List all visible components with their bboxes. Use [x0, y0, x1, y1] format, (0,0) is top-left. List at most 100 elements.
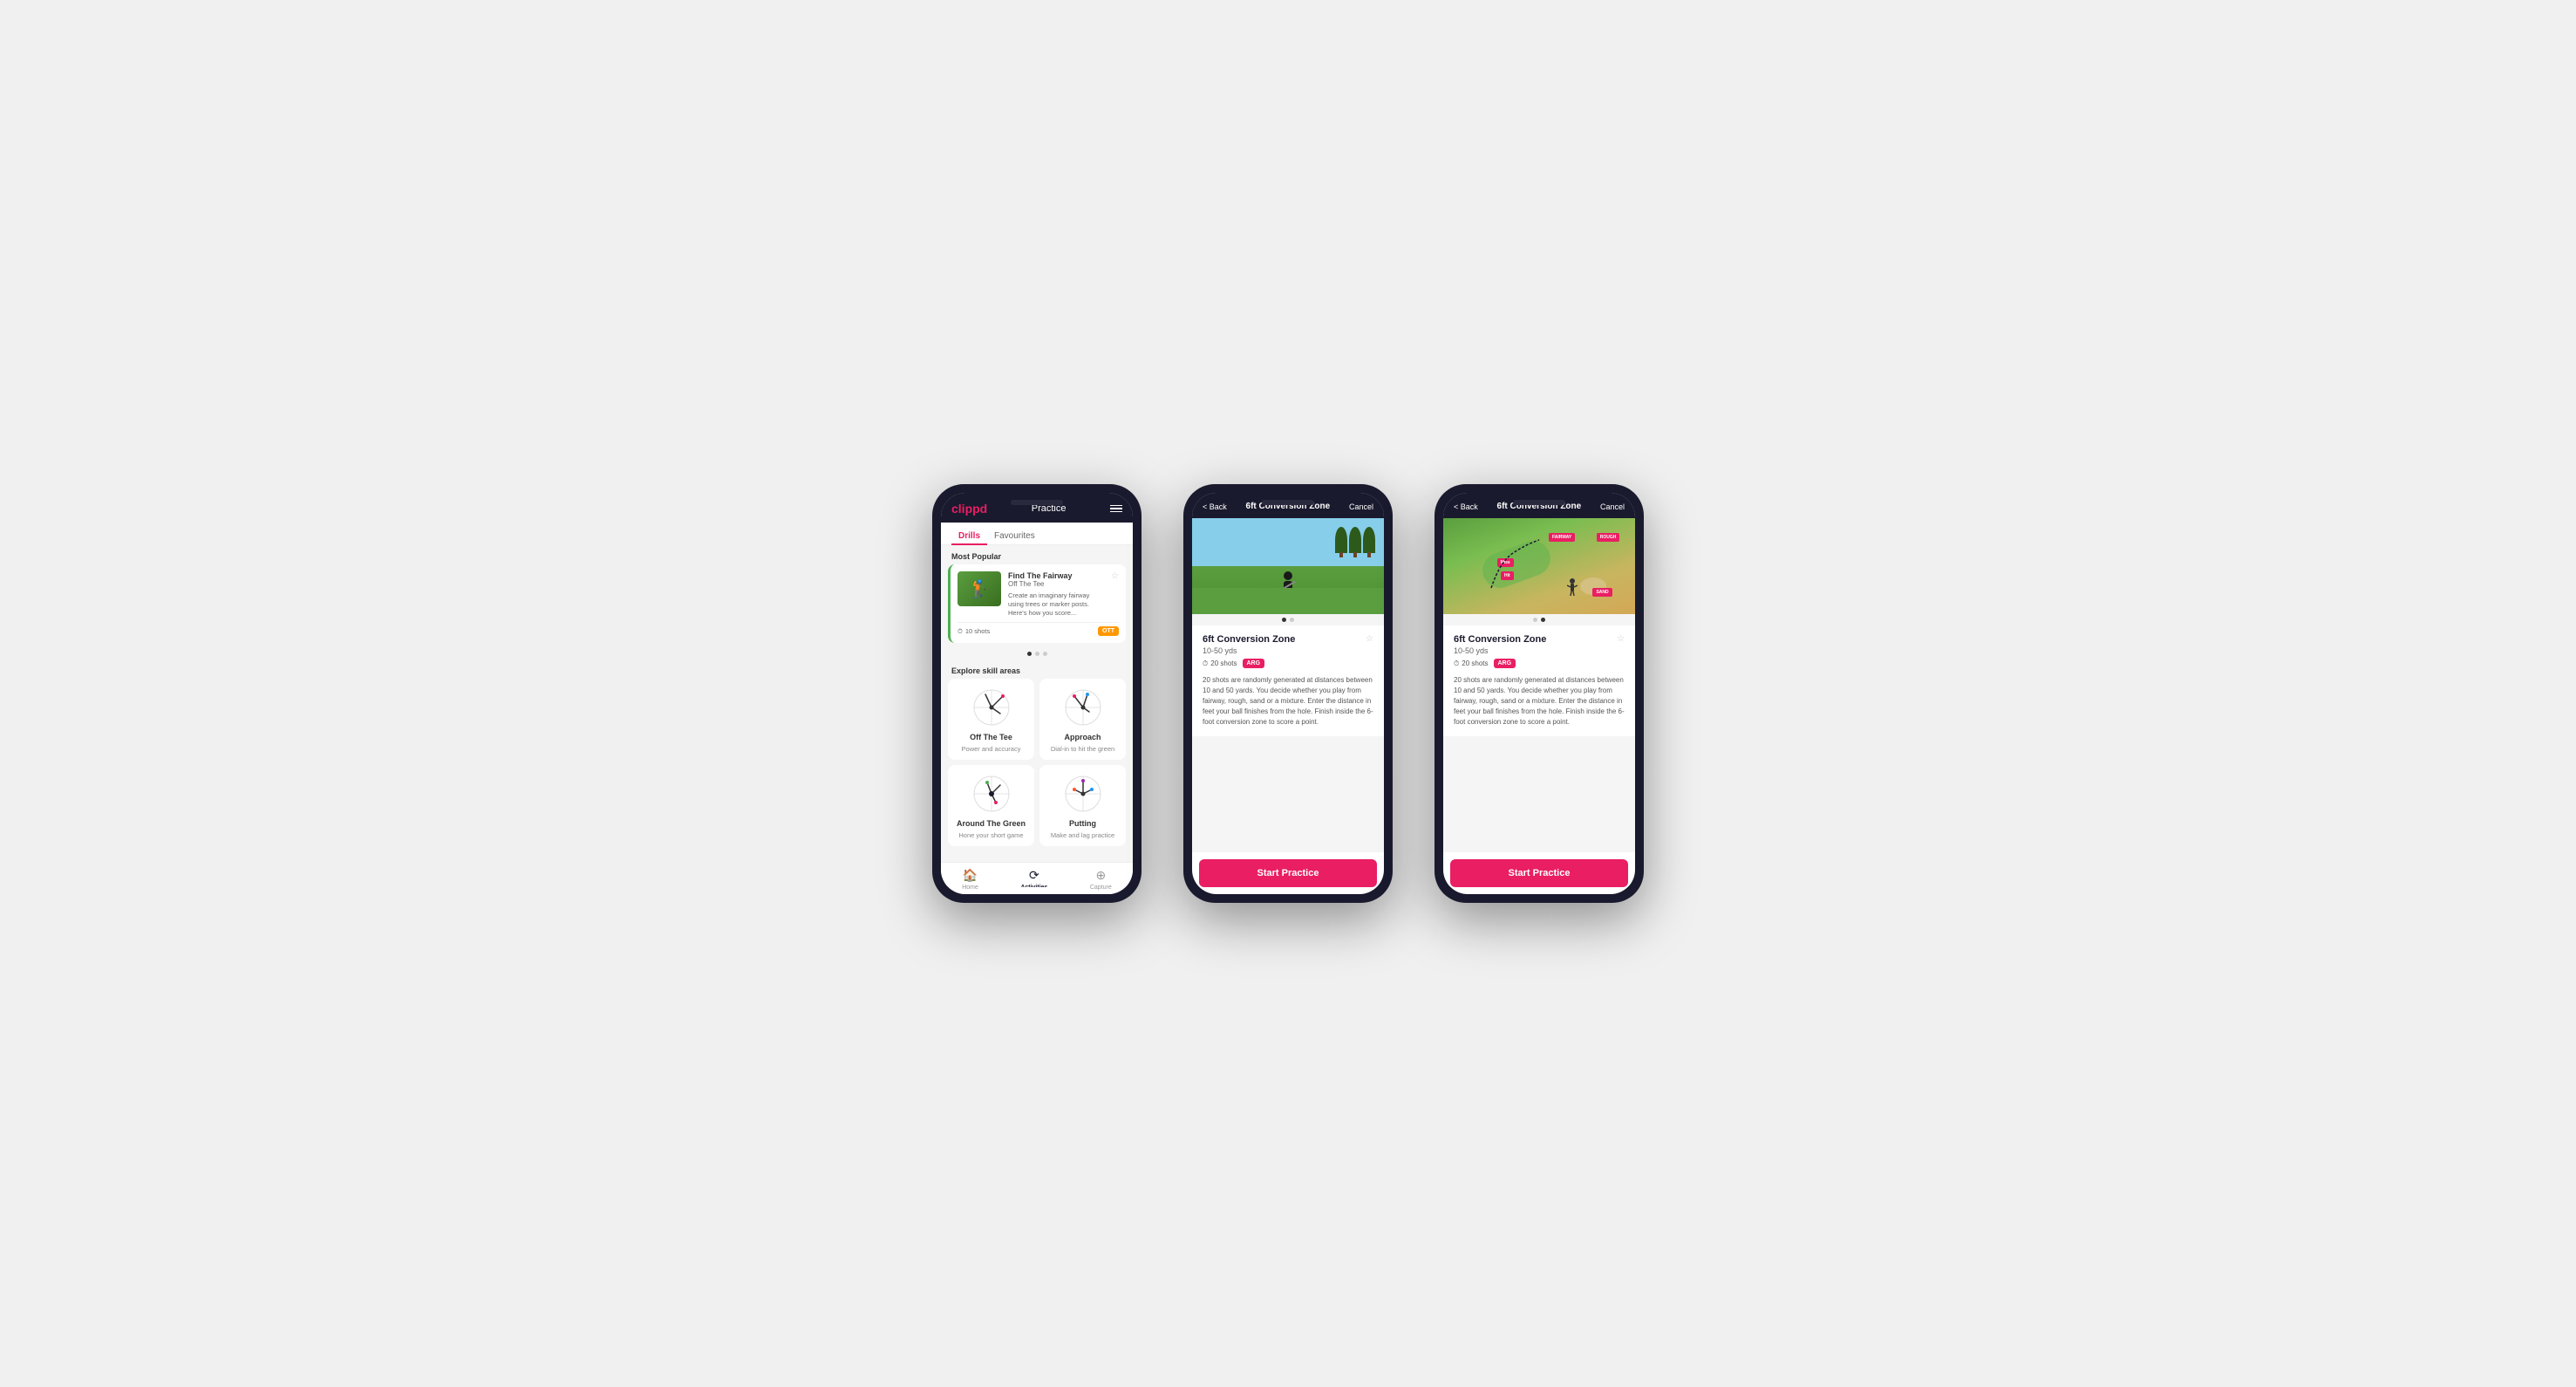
- back-button[interactable]: < Back: [1203, 502, 1227, 511]
- drill-detail-title-p3: 6ft Conversion Zone: [1454, 634, 1546, 645]
- carousel-dots: [941, 648, 1133, 659]
- dot-1: [1533, 618, 1537, 622]
- activities-icon: ⟳: [1029, 868, 1039, 883]
- drill-hero-map: FAIRWAY ROUGH SAND Miss Hit: [1443, 518, 1635, 614]
- menu-icon[interactable]: [1110, 505, 1122, 513]
- tree-2: [1349, 527, 1361, 553]
- skill-desc-putting: Make and lag practice: [1051, 831, 1114, 839]
- skill-desc-ott: Power and accuracy: [962, 745, 1021, 753]
- putting-icon: [1061, 772, 1105, 816]
- drill-title-header: 6ft Conversion Zone: [1246, 502, 1331, 511]
- skill-desc-atg: Hone your short game: [958, 831, 1023, 839]
- explore-label: Explore skill areas: [941, 659, 1133, 679]
- drill-title-header-p3: 6ft Conversion Zone: [1497, 502, 1582, 511]
- skill-name-atg: Around The Green: [957, 819, 1026, 828]
- drill-hero-image: [1192, 518, 1384, 614]
- clock-icon: ⏱: [957, 627, 963, 636]
- drill-favourite-icon[interactable]: ☆: [1111, 571, 1119, 617]
- drill-meta: ⏱ 10 shots OTT: [957, 622, 1119, 636]
- golfer-svg: [1567, 578, 1578, 596]
- phones-container: clippd Practice Drills Favourites Most P…: [932, 484, 1644, 903]
- drill-info: Find The Fairway Off The Tee Create an i…: [1008, 571, 1104, 617]
- off-the-tee-icon: [970, 686, 1013, 729]
- drill-detail-content-p3: 6ft Conversion Zone 10-50 yds ☆ ⏱ 20 sho…: [1443, 614, 1635, 852]
- dot-2: [1290, 618, 1294, 622]
- skill-putting[interactable]: Putting Make and lag practice: [1039, 765, 1126, 846]
- nav-activities[interactable]: ⟳ Activities: [1020, 868, 1047, 891]
- most-popular-label: Most Popular: [941, 545, 1133, 564]
- dot-1: [1282, 618, 1286, 622]
- skill-name-approach: Approach: [1064, 733, 1101, 741]
- phone1-content: Most Popular 🏌️ Find The Fairway Off The…: [941, 545, 1133, 862]
- shots-info-p3: ⏱ 20 shots: [1454, 659, 1489, 668]
- detail-meta-p3: ⏱ 20 shots ARG: [1454, 659, 1625, 668]
- drill-card-top: 🏌️ Find The Fairway Off The Tee Create a…: [957, 571, 1119, 617]
- drill-description-p3: 20 shots are randomly generated at dista…: [1454, 675, 1625, 728]
- arg-badge: ARG: [1243, 659, 1265, 668]
- phone-2-screen: < Back 6ft Conversion Zone Cancel: [1192, 493, 1384, 894]
- cancel-button[interactable]: Cancel: [1349, 502, 1373, 511]
- skill-desc-approach: Dial-in to hit the green: [1051, 745, 1114, 753]
- drill-detail-content: 6ft Conversion Zone 10-50 yds ☆ ⏱ 20 sho…: [1192, 614, 1384, 852]
- title-group: 6ft Conversion Zone 10-50 yds: [1203, 634, 1295, 655]
- favourite-icon-p3[interactable]: ☆: [1617, 634, 1625, 644]
- skill-name-ott: Off The Tee: [970, 733, 1012, 741]
- detail-body: 6ft Conversion Zone 10-50 yds ☆ ⏱ 20 sho…: [1192, 625, 1384, 736]
- skill-around-green[interactable]: Around The Green Hone your short game: [948, 765, 1034, 846]
- phone-1-screen: clippd Practice Drills Favourites Most P…: [941, 493, 1133, 894]
- back-button-p3[interactable]: < Back: [1454, 502, 1478, 511]
- cancel-button-p3[interactable]: Cancel: [1600, 502, 1625, 511]
- header-title: Practice: [1032, 503, 1067, 514]
- nav-home[interactable]: 🏠 Home: [962, 868, 978, 891]
- nav-home-label: Home: [962, 885, 978, 891]
- tree-1: [1335, 527, 1347, 553]
- map-carousel-dots: [1443, 614, 1635, 625]
- title-group-p3: 6ft Conversion Zone 10-50 yds: [1454, 634, 1546, 655]
- drill-description: Create an imaginary fairway using trees …: [1008, 591, 1104, 617]
- drill-shots: ⏱ 10 shots: [957, 627, 990, 636]
- map-path-svg: [1443, 518, 1635, 614]
- start-practice-button[interactable]: Start Practice: [1199, 859, 1377, 887]
- phone1-header: clippd Practice: [941, 493, 1133, 523]
- drill-detail-title: 6ft Conversion Zone: [1203, 634, 1295, 645]
- drill-range: 10-50 yds: [1203, 646, 1295, 655]
- phone2-header: < Back 6ft Conversion Zone Cancel: [1192, 493, 1384, 518]
- dot-2: [1035, 652, 1039, 656]
- ott-badge: OTT: [1098, 626, 1119, 636]
- drill-description: 20 shots are randomly generated at dista…: [1203, 675, 1373, 728]
- favourite-icon[interactable]: ☆: [1366, 634, 1373, 644]
- start-practice-button-p3[interactable]: Start Practice: [1450, 859, 1628, 887]
- home-icon: 🏠: [963, 868, 978, 883]
- featured-drill-card[interactable]: 🏌️ Find The Fairway Off The Tee Create a…: [948, 564, 1126, 643]
- drill-category: Off The Tee: [1008, 580, 1104, 588]
- phone-3-screen: < Back 6ft Conversion Zone Cancel FAIRWA…: [1443, 493, 1635, 894]
- phone-2: < Back 6ft Conversion Zone Cancel: [1183, 484, 1393, 903]
- hero-trees: [1192, 527, 1384, 553]
- skill-off-the-tee[interactable]: Off The Tee Power and accuracy: [948, 679, 1034, 760]
- hero-scene: [1192, 518, 1384, 614]
- tree-3: [1363, 527, 1375, 553]
- nav-capture[interactable]: ⊕ Capture: [1090, 868, 1112, 891]
- shots-info: ⏱ 20 shots: [1203, 659, 1237, 668]
- drill-name: Find The Fairway: [1008, 571, 1104, 580]
- tab-favourites[interactable]: Favourites: [987, 528, 1042, 544]
- drill-range-p3: 10-50 yds: [1454, 646, 1546, 655]
- map-golfer: [1567, 578, 1578, 600]
- shots-count-p3: 20 shots: [1462, 659, 1488, 667]
- dot-3: [1043, 652, 1047, 656]
- around-green-icon: [970, 772, 1013, 816]
- phone3-header: < Back 6ft Conversion Zone Cancel: [1443, 493, 1635, 518]
- tab-drills[interactable]: Drills: [951, 528, 987, 544]
- bottom-nav: 🏠 Home ⟳ Activities ⊕ Capture: [941, 862, 1133, 894]
- phone-1: clippd Practice Drills Favourites Most P…: [932, 484, 1141, 903]
- skill-approach[interactable]: Approach Dial-in to hit the green: [1039, 679, 1126, 760]
- capture-icon: ⊕: [1095, 868, 1106, 883]
- drill-thumb-image: 🏌️: [957, 571, 1001, 606]
- arg-badge-p3: ARG: [1494, 659, 1516, 668]
- hero-ground: [1192, 588, 1384, 614]
- hero-carousel-dots: [1192, 614, 1384, 625]
- skills-grid: Off The Tee Power and accuracy: [941, 679, 1133, 853]
- detail-title-row: 6ft Conversion Zone 10-50 yds ☆: [1203, 634, 1373, 655]
- detail-body-p3: 6ft Conversion Zone 10-50 yds ☆ ⏱ 20 sho…: [1443, 625, 1635, 736]
- detail-title-row-p3: 6ft Conversion Zone 10-50 yds ☆: [1454, 634, 1625, 655]
